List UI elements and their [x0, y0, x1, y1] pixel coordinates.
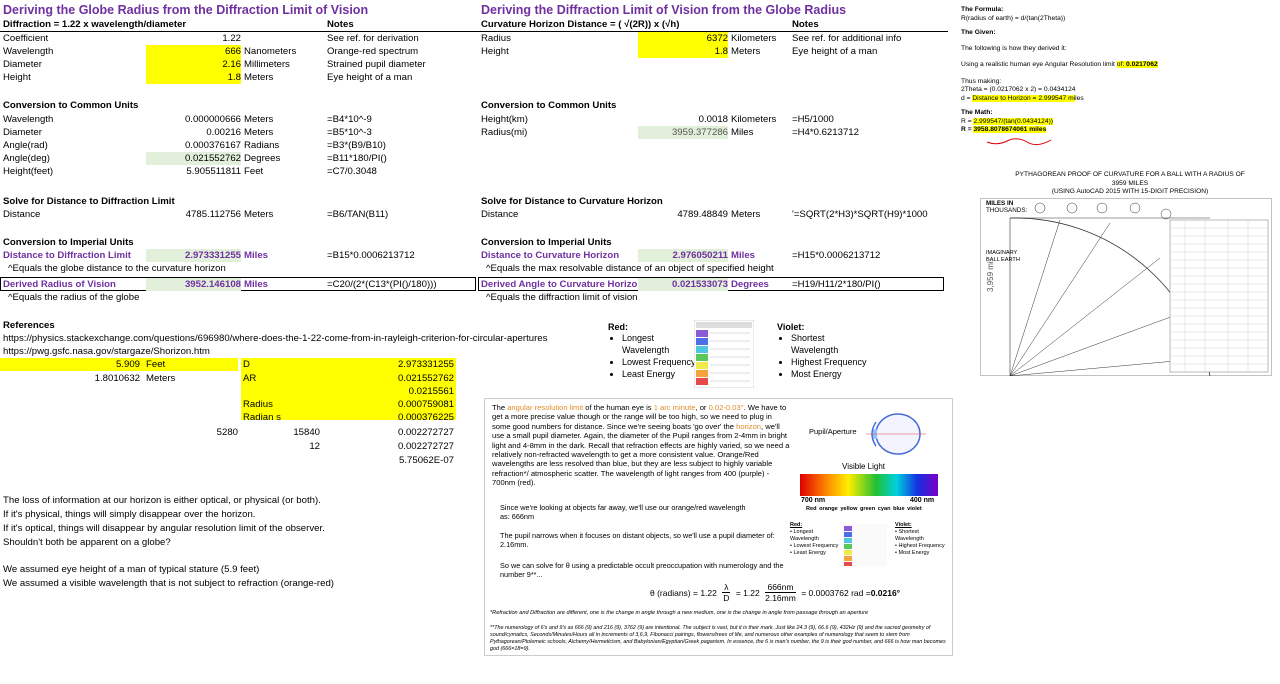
visible-light-label: Visible Light: [842, 462, 885, 471]
footnote-1: *Refraction and Diffraction are differen…: [490, 610, 869, 616]
left-sheet: Diffraction = 1.22 x wavelength/diameter…: [0, 0, 547, 684]
left-conv-row-3[interactable]: Angle(deg) 0.021552762 Degrees =B11*180/…: [0, 152, 478, 165]
middle-conv-row-0[interactable]: Height(km) 0.0018 Kilometers =H5/1000: [478, 113, 948, 126]
left-row-coefficient[interactable]: Coefficient 1.22 See ref. for derivation: [0, 32, 478, 45]
left-header-row: Diffraction = 1.22 x wavelength/diameter…: [0, 18, 478, 32]
math-line-2: R = 3958.8078674061 miles: [961, 126, 1047, 133]
color-names: Red orange yellow green cyan blue violet: [806, 506, 922, 512]
left-conv-row-2[interactable]: Angle(rad) 0.000376167 Radians =B3*(B9/B…: [0, 139, 478, 152]
scratch-row-0[interactable]: 5.909 Feet D 2.973331255: [0, 358, 478, 371]
spectrum-table-image: [694, 320, 754, 388]
middle-sheet: Curvature Horizon Distance = ( √(2R)) x …: [478, 0, 954, 310]
middle-row-height[interactable]: Height 1.8 Meters Eye height of a man: [478, 45, 948, 58]
red-legend-top: Red: Longest Wavelength Lowest Frequency…: [608, 322, 698, 380]
left-conv-row-1[interactable]: Diameter 0.00216 Meters =B5*10^-3: [0, 126, 478, 139]
thus-line: Thus making:: [961, 77, 1002, 85]
left-derived-row[interactable]: Derived Radius of Vision 3952.146108 Mil…: [0, 277, 476, 291]
miles-in-label: MILES IN THOUSANDS:: [986, 200, 1028, 214]
middle-solve-row[interactable]: Distance 4789.48849 Meters '=SQRT(2*H3)*…: [478, 208, 948, 221]
left-solve-row[interactable]: Distance 4785.112756 Meters =B6/TAN(B11): [0, 208, 478, 221]
violet-legend-small: Violet: • Shortest Wavelength • Highest …: [895, 522, 945, 556]
theta-equation: θ (radians) = 1.22 λ D = 1.22 666nm 2.16…: [650, 582, 901, 603]
formula-notes: The Formula: R(radius of earth) = d/(tan…: [961, 6, 1161, 135]
middle-conv-row-1[interactable]: Radius(mi) 3959.377286 Miles =H4*0.62137…: [478, 126, 948, 139]
eye-icon: [866, 413, 926, 455]
formula-text: R(radius of earth) = d/(tan(2Theta)): [961, 14, 1066, 22]
scratch-row-4[interactable]: Radian s 0.000376225: [0, 411, 478, 424]
middle-row-radius[interactable]: Radius 6372 Kilometers See ref. for addi…: [478, 32, 948, 45]
scratch-row-6[interactable]: 12 0.002272727: [0, 440, 478, 453]
panel-paragraph-4: So we can solve for θ using a predictabl…: [500, 561, 784, 579]
formula-title: The Formula:: [961, 6, 1004, 13]
pupil-label: Pupil/Aperture: [809, 427, 857, 436]
left-row-wavelength[interactable]: Wavelength 666 Nanometers Orange-red spe…: [0, 45, 478, 58]
nm700-label: 700 nm: [801, 497, 826, 504]
left-row-diameter[interactable]: Diameter 2.16 Millimeters Strained pupil…: [0, 58, 478, 71]
left-conv-row-0[interactable]: Wavelength 0.000000666 Meters =B4*10^-9: [0, 113, 478, 126]
violet-legend-top: Violet: Shortest Wavelength Highest Freq…: [777, 322, 867, 380]
left-imperial-row[interactable]: Distance to Diffraction Limit 2.97333125…: [0, 249, 478, 262]
using-line: Using a realistic human eye Angular Reso…: [961, 61, 1158, 68]
panel-paragraph-2: Since we're looking at objects far away,…: [500, 503, 746, 521]
spectrum-table-small: [843, 524, 887, 566]
scratch-row-7[interactable]: 5.75062E-07: [0, 454, 478, 467]
left-notes-header: Notes: [327, 19, 354, 30]
scratch-row-1[interactable]: 1.8010632 Meters AR 0.021552762: [0, 372, 478, 385]
middle-derived-row[interactable]: Derived Angle to Curvature Horizon 0.021…: [478, 277, 944, 291]
nm400-label: 400 nm: [910, 497, 935, 504]
footnote-2: **The numerology of 6's and 9's as 666 (…: [490, 625, 946, 652]
theta2-line: 2Theta = (0.0217062 x 2) = 0.0434124: [961, 86, 1076, 93]
middle-header-row: Curvature Horizon Distance = ( √(2R)) x …: [478, 18, 948, 32]
panel-paragraph-1: The angular resolution limit of the huma…: [492, 403, 790, 488]
middle-imperial-row[interactable]: Distance to Curvature Horizon 2.97605021…: [478, 249, 948, 262]
given-title: The Given:: [961, 29, 996, 36]
left-formula: Diffraction = 1.22 x wavelength/diameter: [3, 19, 187, 30]
red-underline-scribble: [986, 138, 1052, 146]
math-line-1: R = 2.999547/(tan(0.0434124)): [961, 117, 1054, 125]
panel-paragraph-3: The pupil narrows when it focuses on dis…: [500, 531, 775, 549]
radius-label: 3,959 mi.: [986, 259, 995, 292]
visible-spectrum-bar: [800, 474, 938, 496]
derived-intro: The following is how they derived it:: [961, 44, 1067, 52]
left-row-height[interactable]: Height 1.8 Meters Eye height of a man: [0, 71, 478, 84]
red-legend-small: Red: • Longest Wavelength • Lowest Frequ…: [790, 522, 839, 556]
pythagorean-diagram: [980, 198, 1272, 376]
scratch-row-5[interactable]: 5280 15840 0.002272727: [0, 426, 478, 439]
proof-title: PYTHAGOREAN PROOF OF CURVATURE FOR A BAL…: [1015, 171, 1245, 195]
scratch-row-2[interactable]: 0.0215561: [0, 385, 478, 398]
scratch-row-3[interactable]: Radius 0.000759081: [0, 398, 478, 411]
left-conv-row-4[interactable]: Height(feet) 5.905511811 Feet =C7/0.3048: [0, 165, 478, 178]
d-line: d = Distance to Horizon = 2.999547 miles: [961, 94, 1084, 102]
math-title: The Math:: [961, 109, 993, 116]
